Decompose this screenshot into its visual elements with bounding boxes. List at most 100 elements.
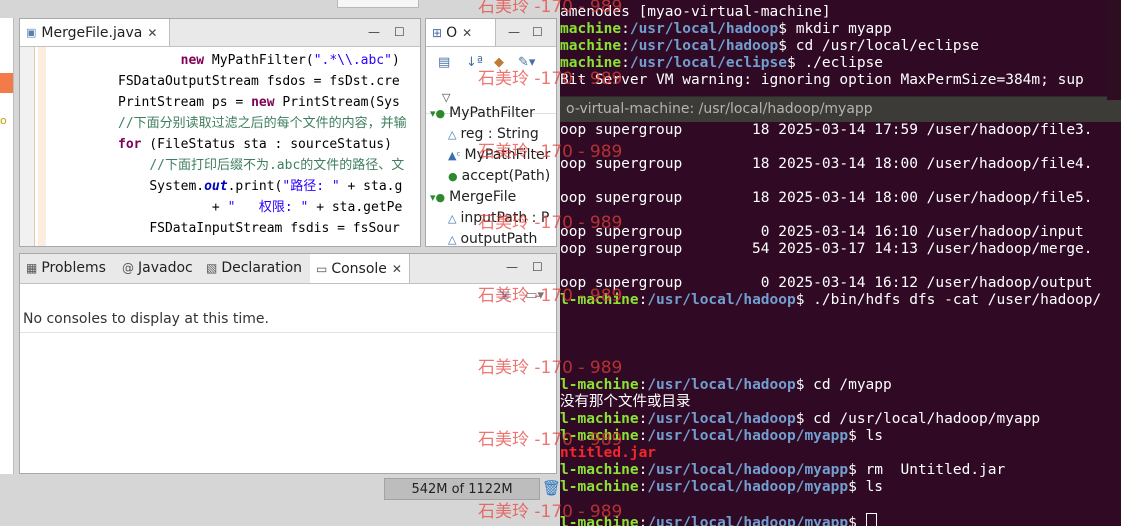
outline-item-label: accept(Path) <box>461 168 551 184</box>
text-segment: $ ./bin/hdfs dfs -cat /user/hadoop/ <box>795 292 1102 308</box>
terminal-scrollbar[interactable] <box>1107 0 1121 100</box>
text-segment: oop supergroup 54 2025-03-17 14:13 /user… <box>560 241 1093 257</box>
text-segment: + sta.getPe <box>308 200 403 215</box>
text-segment: : <box>621 21 630 37</box>
maximize-icon[interactable]: ☐ <box>532 260 543 274</box>
terminal-line: oop supergroup 0 2025-03-14 16:10 /user/… <box>560 224 1084 241</box>
console-tabbar: ▦ Problems @ Javadoc ▧ Declaration ▭ Con… <box>20 254 556 284</box>
console-empty-message: No consoles to display at this time. <box>23 311 269 327</box>
minimize-icon[interactable]: — <box>506 260 518 274</box>
text-segment: PrintStream ps = <box>118 95 252 110</box>
console-view: ▦ Problems @ Javadoc ▧ Declaration ▭ Con… <box>19 253 557 474</box>
outline-item[interactable]: ● accept(Path) <box>448 168 550 184</box>
tab-javadoc-label: Javadoc <box>138 259 193 276</box>
close-icon[interactable]: ✕ <box>147 26 157 40</box>
text-segment: System. <box>149 179 205 194</box>
text-segment: l-machine <box>560 479 639 495</box>
watermark-text: 石美玲 -170 - 989 <box>478 142 623 162</box>
outline-icon: ⊞ <box>432 25 443 40</box>
text-segment: ".*\\.abc" <box>313 53 392 68</box>
text-segment: for <box>118 137 142 152</box>
editor-tab-label: MergeFile.java <box>41 24 143 41</box>
outline-item-label: MyPathFilter <box>449 105 535 121</box>
code-line[interactable]: //下面打印后缀不为.abc的文件的路径、文 <box>118 156 404 176</box>
text-segment: : <box>621 55 630 71</box>
text-segment: + sta.g <box>339 179 403 194</box>
tab-outline[interactable]: ⊞ O ✕ <box>426 19 496 46</box>
text-segment: oop supergroup 18 2025-03-14 17:59 /user… <box>560 122 1093 138</box>
watermark-text: 石美玲 -170 - 989 <box>478 0 623 17</box>
editor-tabbar: ▣ MergeFile.java ✕ — ☐ <box>20 19 420 47</box>
package-explorer-strip[interactable]: o <box>0 18 14 474</box>
terminal-line: oop supergroup 18 2025-03-14 18:00 /user… <box>560 156 1093 173</box>
code-line[interactable]: PrintStream ps = new PrintStream(Sys <box>118 93 400 113</box>
text-segment: : <box>638 377 648 393</box>
watermark-text: 石美玲 -170 - 989 <box>478 502 623 522</box>
maximize-icon[interactable]: ☐ <box>532 25 543 39</box>
tab-mergefile-java[interactable]: ▣ MergeFile.java ✕ <box>20 19 170 46</box>
outline-item[interactable]: ▾● MyPathFilter <box>430 105 535 121</box>
declaration-icon: ▧ <box>206 260 218 275</box>
text-segment: : <box>638 428 648 444</box>
terminal-line: oop supergroup 18 2025-03-14 18:00 /user… <box>560 190 1093 207</box>
close-icon[interactable]: ✕ <box>462 26 472 40</box>
text-segment: (FileStatus sta : sourceStatus) <box>141 137 392 152</box>
tab-javadoc[interactable]: @ Javadoc <box>116 254 202 281</box>
maximize-icon[interactable]: ☐ <box>394 25 405 39</box>
text-segment: : <box>638 292 648 308</box>
text-segment: /usr/local/hadoop/myapp <box>647 515 849 526</box>
text-segment: $ mkdir myapp <box>778 21 892 37</box>
console-icon: ▭ <box>316 261 328 276</box>
terminal-titlebar[interactable]: o-virtual-machine: /usr/local/hadoop/mya… <box>560 96 1121 122</box>
text-segment: oop supergroup 0 2025-03-14 16:10 /user/… <box>560 224 1084 240</box>
text-segment: + <box>211 200 228 215</box>
text-segment: out <box>204 179 228 194</box>
close-icon[interactable]: ✕ <box>392 262 402 276</box>
text-segment: l-machine <box>560 462 639 478</box>
minimize-icon[interactable]: — <box>508 25 520 39</box>
outline-item[interactable]: ▾● MergeFile <box>430 189 516 205</box>
code-line[interactable]: System.out.print("路径: " + sta.g <box>118 177 402 197</box>
terminal-window[interactable]: amenodes [myao-virtual-machine] machine:/… <box>560 0 1121 526</box>
text-segment: /usr/local/hadoop <box>647 292 796 308</box>
class-icon: ▾● <box>430 107 446 120</box>
trash-icon[interactable]: 🗑 <box>542 479 560 497</box>
tab-declaration[interactable]: ▧ Declaration <box>200 254 312 281</box>
selected-project-marker[interactable] <box>0 73 13 93</box>
watermark-text: 石美玲 -170 - 989 <box>478 430 623 450</box>
code-line[interactable]: for (FileStatus sta : sourceStatus) <box>118 135 392 155</box>
code-line[interactable]: new MyPathFilter(".*\\.abc") <box>118 51 400 71</box>
minimize-icon[interactable]: — <box>368 25 380 39</box>
text-segment: l-machine <box>560 377 639 393</box>
terminal-line: machine:/usr/local/hadoop$ mkdir myapp <box>560 21 892 38</box>
terminal-line: Bit Server VM warning: ignoring option M… <box>560 72 1084 89</box>
outline-tabbar: ⊞ O ✕ — ☐ <box>426 19 556 47</box>
text-segment: $ ls <box>848 428 884 444</box>
code-line[interactable]: FSDataOutputStream fsdos = fsDst.cre <box>118 72 400 92</box>
code-line[interactable]: FSDataInputStream fsdis = fsSour <box>118 219 399 239</box>
tab-console[interactable]: ▭ Console ✕ <box>310 254 410 283</box>
field-icon: △ <box>448 212 457 225</box>
tab-problems[interactable]: ▦ Problems <box>20 254 118 281</box>
text-segment: oop supergroup 18 2025-03-14 18:00 /user… <box>560 156 1093 172</box>
outline-tab-label: O <box>446 24 458 41</box>
outline-item[interactable]: △ outputPath <box>448 231 538 247</box>
code-line[interactable]: + " 权限: " + sta.getPe <box>118 198 402 218</box>
text-segment: /usr/local/hadoop/myapp <box>647 428 849 444</box>
text-segment: $ rm Untitled.jar <box>848 462 1006 478</box>
view-menu-icon[interactable]: ▽ <box>442 91 450 104</box>
text-segment: oop supergroup 0 2025-03-14 16:12 /user/… <box>560 275 1093 291</box>
text-segment: /usr/local/hadoop/myapp <box>647 462 849 478</box>
collapse-all-icon[interactable]: ▤ <box>438 55 450 70</box>
code-line[interactable]: //下面分别读取过滤之后的每个文件的内容，并输 <box>118 114 407 134</box>
text-segment: : <box>638 462 648 478</box>
terminal-line: l-machine:/usr/local/hadoop/myapp$ rm Un… <box>560 462 1005 479</box>
quick-access-field[interactable] <box>337 0 419 8</box>
terminal-line: 没有那个文件或目录 <box>560 394 691 411</box>
text-segment: new <box>180 53 205 68</box>
text-segment: $ cd /usr/local/eclipse <box>778 38 980 54</box>
outline-item-label: outputPath <box>460 231 538 247</box>
text-segment: /usr/local/hadoop <box>629 38 779 54</box>
terminal-line: l-machine:/usr/local/hadoop$ cd /usr/loc… <box>560 411 1040 428</box>
watermark-text: 石美玲 -170 - 989 <box>478 69 623 89</box>
